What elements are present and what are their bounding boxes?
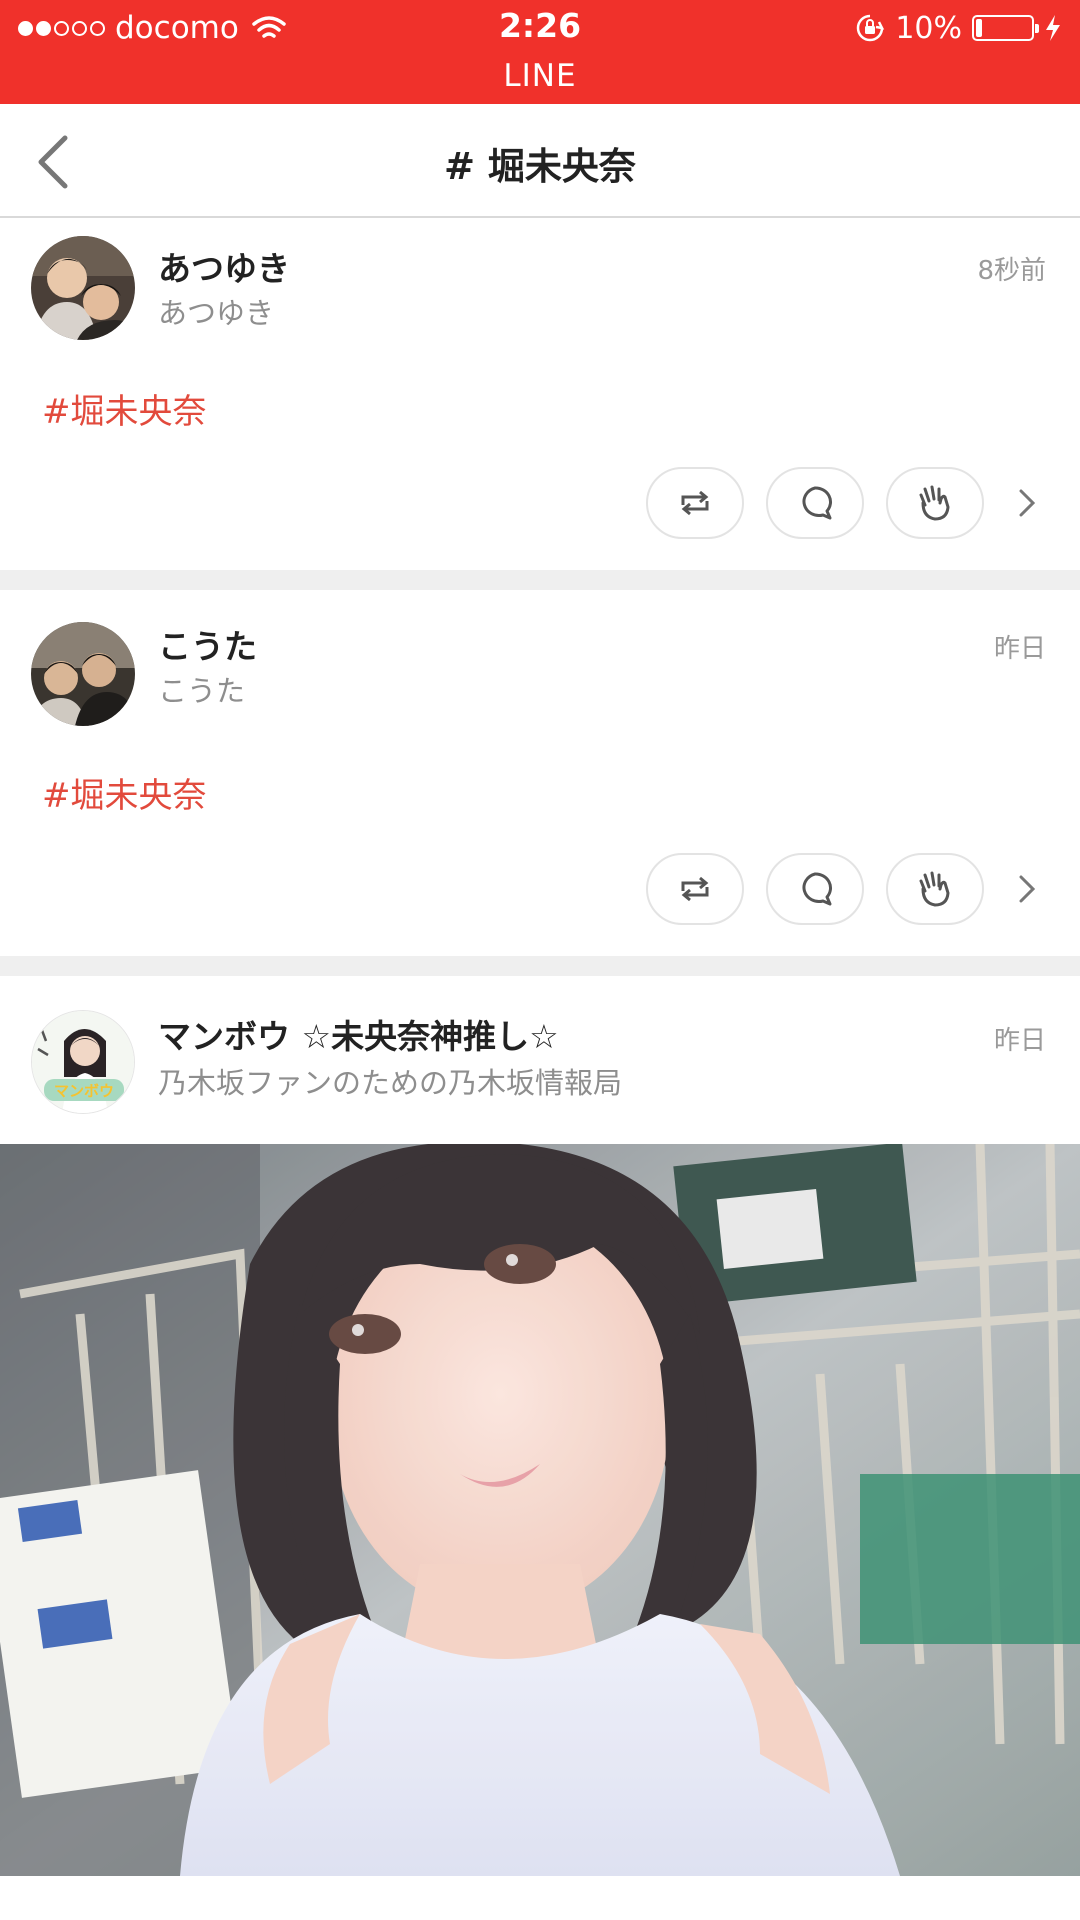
battery-percentage: 10% [895, 10, 962, 46]
share-button[interactable] [646, 853, 744, 925]
more-button[interactable] [1012, 869, 1042, 909]
battery-fill [976, 19, 982, 37]
post-card: こうた こうた 昨日 #堀未央奈 [0, 592, 1080, 956]
post-author-id: 乃木坂ファンのための乃木坂情報局 [158, 1066, 623, 1100]
status-right: 10% [855, 8, 1062, 48]
post-timestamp: 8秒前 [977, 256, 1046, 286]
avatar[interactable] [31, 236, 135, 340]
avatar[interactable] [31, 622, 135, 726]
post-author-name[interactable]: こうた [158, 620, 257, 668]
post-author-id: あつゆき [158, 296, 275, 330]
chevron-right-icon [1019, 875, 1036, 903]
post-card: あつゆき あつゆき 8秒前 #堀未央奈 [0, 220, 1080, 570]
clap-icon [919, 871, 950, 907]
clap-button[interactable] [886, 467, 984, 539]
more-button[interactable] [1012, 483, 1042, 523]
comment-icon [802, 486, 832, 520]
post-hashtag[interactable]: #堀未央奈 [42, 768, 207, 817]
status-bar: docomo 2:26 10% LINE [0, 0, 1080, 104]
post-author-name[interactable]: マンボウ ☆未央奈神推し☆ [158, 1010, 559, 1058]
post-hashtag[interactable]: #堀未央奈 [42, 384, 207, 433]
post-timestamp: 昨日 [993, 1026, 1046, 1056]
avatar[interactable]: マンボウ [31, 1010, 135, 1114]
post-divider [0, 956, 1080, 976]
post-actions [646, 466, 1080, 540]
chevron-right-icon [1019, 489, 1036, 517]
share-icon [681, 490, 709, 516]
post-author-name[interactable]: あつゆき [158, 242, 290, 290]
nav-bar: # 堀未央奈 [0, 104, 1080, 218]
app-label: LINE [503, 58, 577, 94]
page-title: # 堀未央奈 [444, 145, 636, 188]
avatar-caption: マンボウ [54, 1082, 114, 1100]
post-timestamp: 昨日 [993, 634, 1046, 664]
comment-button[interactable] [766, 853, 864, 925]
clap-icon [919, 485, 950, 521]
clap-button[interactable] [886, 853, 984, 925]
post-divider [0, 570, 1080, 590]
orientation-lock-icon [857, 14, 885, 42]
charging-icon [1046, 15, 1060, 41]
share-button[interactable] [646, 467, 744, 539]
post-actions [646, 852, 1080, 926]
battery-icon [972, 15, 1039, 41]
comment-icon [802, 872, 832, 906]
post-photo[interactable] [0, 1144, 1080, 1876]
share-icon [681, 876, 709, 902]
comment-button[interactable] [766, 467, 864, 539]
post-author-id: こうた [158, 674, 246, 708]
